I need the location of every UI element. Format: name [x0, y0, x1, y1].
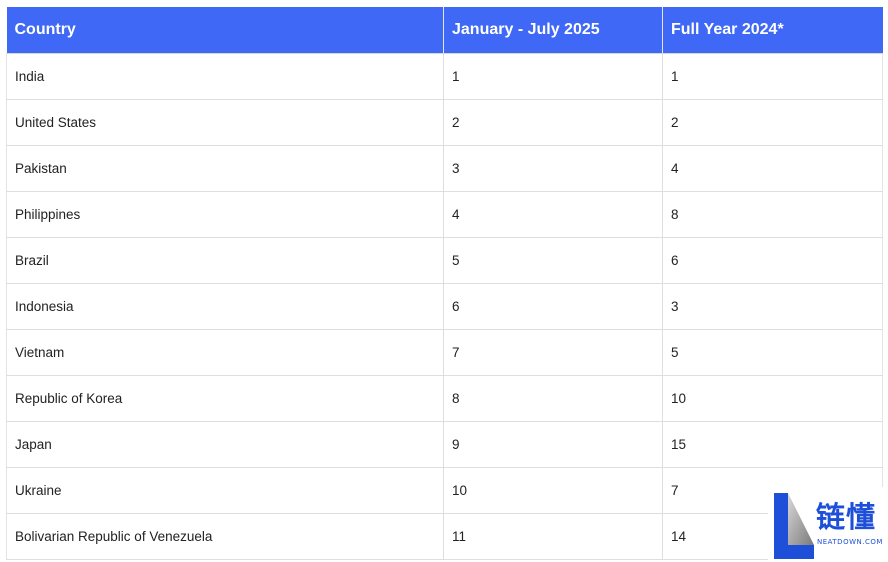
cell-rank-2024: 15 — [662, 421, 883, 468]
cell-country: Brazil — [6, 237, 444, 284]
letter-l-logo-icon — [774, 493, 814, 559]
table-row: Pakistan 3 4 — [6, 145, 883, 192]
cell-country: India — [6, 53, 444, 100]
data-table-container: Country January - July 2025 Full Year 20… — [6, 7, 883, 560]
cell-rank-2024: 1 — [662, 53, 883, 100]
header-full-year-2024: Full Year 2024* — [662, 7, 883, 54]
table-body: India 1 1 United States 2 2 Pakistan 3 4… — [6, 53, 883, 560]
cell-country: Pakistan — [6, 145, 444, 192]
cell-rank-2024: 2 — [662, 99, 883, 146]
cell-rank-2025: 1 — [443, 53, 663, 100]
table-row: Japan 9 15 — [6, 421, 883, 468]
header-jan-jul-2025: January - July 2025 — [443, 7, 663, 54]
table-row: Ukraine 10 7 — [6, 467, 883, 514]
cell-rank-2025: 5 — [443, 237, 663, 284]
cell-country: Ukraine — [6, 467, 444, 514]
cell-rank-2024: 3 — [662, 283, 883, 330]
cell-rank-2024: 8 — [662, 191, 883, 238]
data-table: Country January - July 2025 Full Year 20… — [6, 7, 883, 560]
cell-rank-2025: 8 — [443, 375, 663, 422]
cell-country: United States — [6, 99, 444, 146]
cell-country: Bolivarian Republic of Venezuela — [6, 513, 444, 560]
cell-rank-2024: 10 — [662, 375, 883, 422]
watermark: 链懂 NEATDOWN.COM — [768, 487, 888, 562]
table-row: United States 2 2 — [6, 99, 883, 146]
table-row: Indonesia 6 3 — [6, 283, 883, 330]
header-country: Country — [6, 7, 444, 54]
cell-rank-2025: 2 — [443, 99, 663, 146]
cell-country: Philippines — [6, 191, 444, 238]
table-row: Brazil 5 6 — [6, 237, 883, 284]
table-row: Philippines 4 8 — [6, 191, 883, 238]
cell-rank-2024: 6 — [662, 237, 883, 284]
table-header: Country January - July 2025 Full Year 20… — [6, 7, 883, 54]
cell-rank-2025: 11 — [443, 513, 663, 560]
cell-country: Indonesia — [6, 283, 444, 330]
cell-rank-2025: 4 — [443, 191, 663, 238]
cell-country: Republic of Korea — [6, 375, 444, 422]
table-row: Vietnam 7 5 — [6, 329, 883, 376]
table-row: India 1 1 — [6, 53, 883, 100]
cell-rank-2025: 3 — [443, 145, 663, 192]
table-row: Republic of Korea 8 10 — [6, 375, 883, 422]
cell-rank-2024: 5 — [662, 329, 883, 376]
cell-rank-2025: 9 — [443, 421, 663, 468]
header-row: Country January - July 2025 Full Year 20… — [6, 7, 883, 54]
cell-rank-2025: 10 — [443, 467, 663, 514]
watermark-subtitle: NEATDOWN.COM — [817, 538, 883, 546]
cell-country: Japan — [6, 421, 444, 468]
table-row: Bolivarian Republic of Venezuela 11 14 — [6, 513, 883, 560]
cell-rank-2024: 4 — [662, 145, 883, 192]
watermark-title: 链懂 — [816, 500, 877, 534]
cell-country: Vietnam — [6, 329, 444, 376]
cell-rank-2025: 7 — [443, 329, 663, 376]
cell-rank-2025: 6 — [443, 283, 663, 330]
